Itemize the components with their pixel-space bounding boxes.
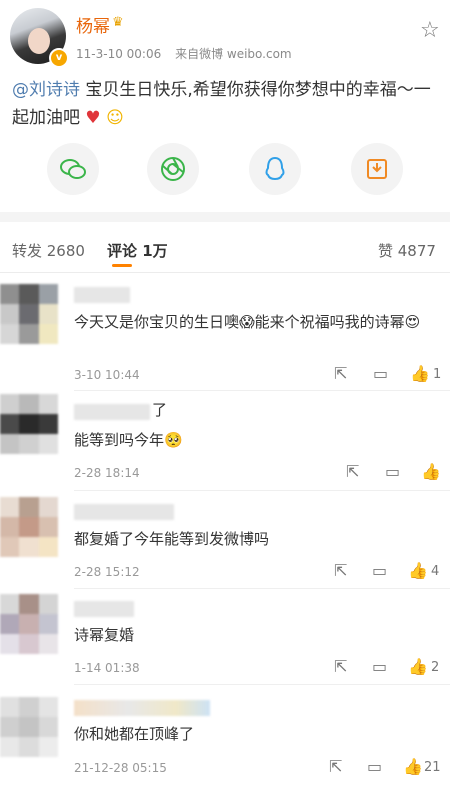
verified-badge-icon: v [49, 48, 69, 68]
moments-icon [161, 157, 185, 181]
divider [0, 272, 450, 273]
like-icon[interactable]: 👍 [408, 561, 428, 580]
like-icon[interactable]: 👍 [421, 462, 441, 481]
divider [74, 588, 450, 589]
comment-time: 1-14 01:38 [74, 661, 140, 675]
post-meta: 11-3-10 00:06 来自微博 weibo.com [76, 45, 302, 62]
commenter-name[interactable] [74, 601, 134, 617]
comment-time: 21-12-28 05:15 [74, 761, 167, 775]
post-time: 11-3-10 00:06 [76, 47, 162, 61]
like-icon[interactable]: 👍 [408, 657, 428, 676]
like-count: 1 [433, 367, 442, 382]
commenter-name[interactable] [74, 504, 174, 520]
commenter-name[interactable] [74, 404, 150, 420]
reply-icon[interactable]: ▭ [367, 757, 382, 776]
comment-time: 2-28 18:14 [74, 466, 140, 480]
wechat-icon [60, 159, 86, 179]
comment-time: 3-10 10:44 [74, 368, 140, 382]
crown-icon: ♛ [112, 15, 124, 30]
tab-likes[interactable]: 赞 4877 [378, 240, 436, 261]
commenter-avatar[interactable] [0, 284, 58, 344]
commenter-avatar[interactable] [0, 497, 58, 557]
like-count: 4 [431, 564, 440, 579]
comment-text: 能等到吗今年🥺 [74, 431, 183, 449]
comment-text: 你和她都在顶峰了 [74, 725, 195, 743]
share-comment-icon[interactable]: ⇱ [334, 364, 347, 383]
commenter-name[interactable] [74, 287, 130, 303]
comment-text: 今天又是你宝贝的生日噢😱能来个祝福吗我的诗幂😍 [74, 313, 421, 331]
like-count: 2 [431, 660, 440, 675]
reply-icon[interactable]: ▭ [373, 364, 388, 383]
divider [74, 390, 450, 391]
tab-comments[interactable]: 评论 1万 [107, 240, 168, 261]
post-text: @刘诗诗 宝贝生日快乐,希望你获得你梦想中的幸福～一起加油吧 ♥ ☺ [12, 76, 442, 132]
share-comment-icon[interactable]: ⇱ [346, 462, 359, 481]
comment-text: 诗幂复婚 [74, 626, 135, 644]
share-wechat-button[interactable] [47, 143, 99, 195]
commenter-name[interactable] [74, 700, 210, 716]
reply-icon[interactable]: ▭ [385, 462, 400, 481]
tab-reposts[interactable]: 转发 2680 [12, 240, 85, 261]
commenter-avatar[interactable] [0, 697, 58, 757]
comment-time: 2-28 15:12 [74, 565, 140, 579]
comment-text: 都复婚了今年能等到发微博吗 [74, 530, 270, 548]
active-tab-indicator [112, 264, 132, 267]
share-comment-icon[interactable]: ⇱ [334, 657, 347, 676]
reply-icon[interactable]: ▭ [372, 657, 387, 676]
like-count: 21 [424, 760, 441, 775]
section-gap [0, 212, 450, 222]
star-icon[interactable]: ☆ [420, 18, 440, 43]
like-icon[interactable]: 👍 [403, 757, 423, 776]
reply-icon[interactable]: ▭ [372, 561, 387, 580]
author-name[interactable]: 杨幂 [76, 12, 110, 37]
commenter-avatar[interactable] [0, 394, 58, 454]
save-image-icon [367, 159, 387, 179]
share-comment-icon[interactable]: ⇱ [329, 757, 342, 776]
commenter-avatar[interactable] [0, 594, 58, 654]
divider [74, 490, 450, 491]
divider [74, 684, 450, 685]
qq-icon [265, 156, 285, 181]
like-icon[interactable]: 👍 [410, 364, 430, 383]
commenter-name-suffix: 了 [152, 401, 168, 419]
smile-emoji: ☺ [106, 108, 124, 128]
save-image-button[interactable] [351, 143, 403, 195]
mention-link[interactable]: @刘诗诗 [12, 80, 80, 100]
share-moments-button[interactable] [147, 143, 199, 195]
heart-emoji: ♥ [85, 108, 101, 128]
post-source: 来自微博 weibo.com [175, 47, 292, 61]
share-qq-button[interactable] [249, 143, 301, 195]
share-comment-icon[interactable]: ⇱ [334, 561, 347, 580]
